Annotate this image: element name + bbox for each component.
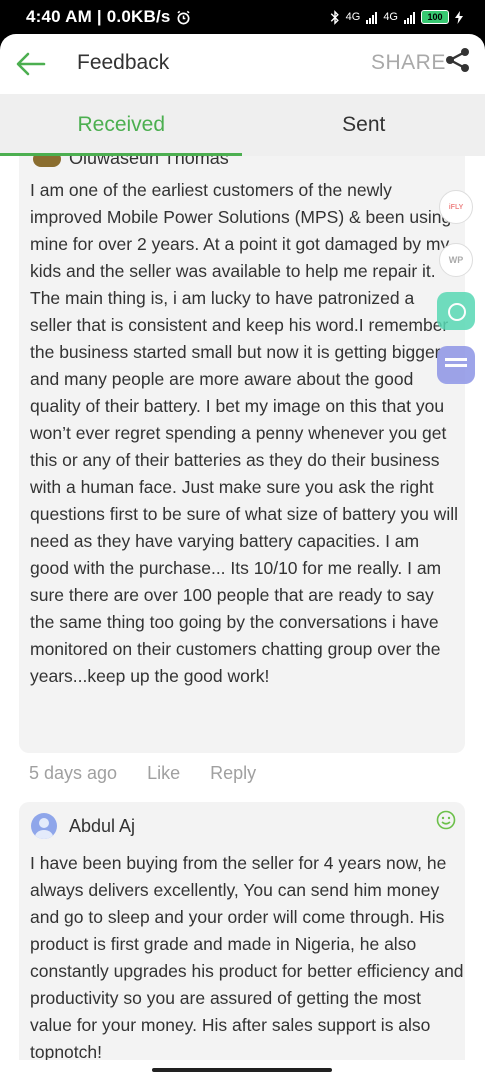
tab-sent-label: Sent [342,113,386,136]
smile-icon[interactable] [436,810,456,830]
header-wrap: Feedback SHARE [0,34,485,94]
avatar [31,813,57,839]
tab-received-label: Received [77,113,166,136]
app-header: Feedback SHARE [0,34,485,94]
battery-icon: 100 [421,10,449,24]
network-1-label: 4G [345,11,361,23]
home-indicator[interactable] [152,1068,332,1072]
author-avatar [33,156,61,167]
charging-icon [455,10,463,24]
reply-button[interactable]: Reply [210,763,256,784]
bluetooth-icon [330,9,339,25]
review-author: Oluwaseun Thomas [33,156,229,169]
tab-received[interactable]: Received [0,94,243,156]
feedback-list[interactable]: Oluwaseun Thomas I am one of the earlies… [0,156,485,1060]
back-arrow-icon[interactable] [14,50,48,78]
status-bar: 4:40 AM | 0.0KB/s 4G 4G 100 [0,0,485,34]
signal-2-icon [404,11,415,24]
like-button[interactable]: Like [147,763,180,784]
review-author: Abdul Aj [31,813,135,839]
author-name: Oluwaseun Thomas [69,156,229,168]
status-right: 4G 4G 100 [330,9,463,25]
status-time-speed: 4:40 AM | 0.0KB/s [26,7,171,26]
review-meta: 5 days ago Like Reply [29,763,256,784]
gesture-bar [0,1060,485,1080]
review-card: Abdul Aj I have been buying from the sel… [19,802,465,1060]
tab-sent[interactable]: Sent [243,94,485,156]
message-floating-icon[interactable] [437,346,475,384]
review-text: I have been buying from the seller for 4… [30,853,464,1060]
signal-1-icon [366,11,378,24]
author-name: Abdul Aj [69,815,136,836]
share-button[interactable]: SHARE [371,51,446,75]
share-icon[interactable] [445,47,471,73]
tab-bar: Received Sent [0,94,485,156]
camera-floating-icon[interactable] [437,292,475,330]
alarm-icon [176,10,190,24]
review-time: 5 days ago [29,763,118,783]
network-2-label: 4G [383,11,398,23]
review-text: I am one of the earliest customers of th… [30,180,458,686]
review-card: Oluwaseun Thomas I am one of the earlies… [19,156,465,753]
ifly-floating-icon[interactable]: iFLY [439,190,473,224]
page-title: Feedback [77,51,170,74]
status-left: 4:40 AM | 0.0KB/s [26,7,191,27]
wp-floating-icon[interactable]: WP [439,243,473,277]
